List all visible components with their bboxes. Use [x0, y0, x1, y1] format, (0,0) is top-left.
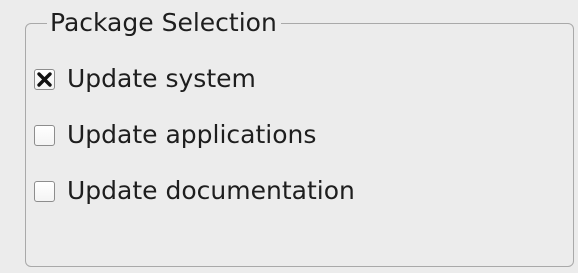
window-background: Package Selection Update system Update a… [0, 0, 578, 273]
checkmark-x-icon [37, 71, 52, 87]
update-documentation-label: Update documentation [67, 176, 355, 205]
update-system-checkbox[interactable] [34, 68, 55, 90]
group-title: Package Selection [47, 8, 281, 38]
update-system-option[interactable]: Update system [34, 62, 256, 96]
update-documentation-checkbox[interactable] [34, 180, 55, 202]
update-applications-checkbox[interactable] [34, 124, 55, 146]
update-system-label: Update system [67, 64, 256, 93]
update-applications-label: Update applications [67, 120, 317, 149]
update-applications-option[interactable]: Update applications [34, 118, 316, 152]
update-documentation-option[interactable]: Update documentation [34, 174, 355, 208]
